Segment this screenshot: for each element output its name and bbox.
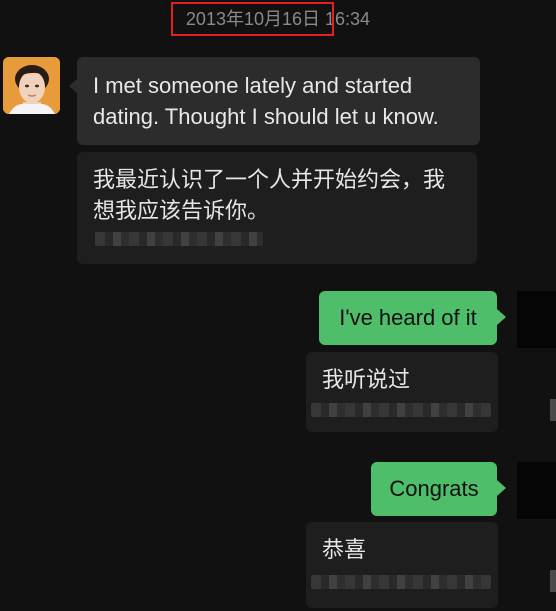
translation-text: 恭喜	[322, 537, 367, 562]
outgoing-message-translation[interactable]: 恭喜	[306, 522, 498, 608]
blurred-translation-source	[95, 232, 263, 246]
chat-screen: 2013年10月16日 16:34 I met someone lately a…	[0, 0, 556, 611]
self-avatar[interactable]	[517, 462, 556, 519]
blurred-translation-source	[311, 575, 491, 589]
outgoing-message-bubble[interactable]: Congrats	[371, 462, 497, 516]
outgoing-bubble-tail	[497, 309, 506, 325]
self-avatar[interactable]	[517, 291, 556, 348]
translation-text: 我最近认识了一个人并开始约会，我想我应该告诉你。	[93, 167, 446, 223]
outgoing-message-text: I've heard of it	[339, 305, 477, 330]
outgoing-message-text: Congrats	[389, 476, 479, 501]
outgoing-message-bubble[interactable]: I've heard of it	[319, 291, 497, 345]
translation-text: 我听说过	[322, 367, 411, 392]
incoming-message-bubble[interactable]: I met someone lately and started dating.…	[77, 57, 480, 145]
outgoing-message-translation[interactable]: 我听说过	[306, 352, 498, 432]
scroll-edge-mark	[550, 570, 556, 592]
scroll-edge-mark	[550, 399, 556, 421]
contact-avatar[interactable]	[3, 57, 60, 114]
incoming-message-translation[interactable]: 我最近认识了一个人并开始约会，我想我应该告诉你。	[77, 152, 477, 264]
blurred-translation-source	[311, 403, 491, 417]
timestamp-highlight-box	[171, 2, 334, 36]
contact-avatar-icon	[3, 57, 60, 114]
incoming-message-text: I met someone lately and started dating.…	[93, 73, 439, 129]
outgoing-bubble-tail	[497, 480, 506, 496]
